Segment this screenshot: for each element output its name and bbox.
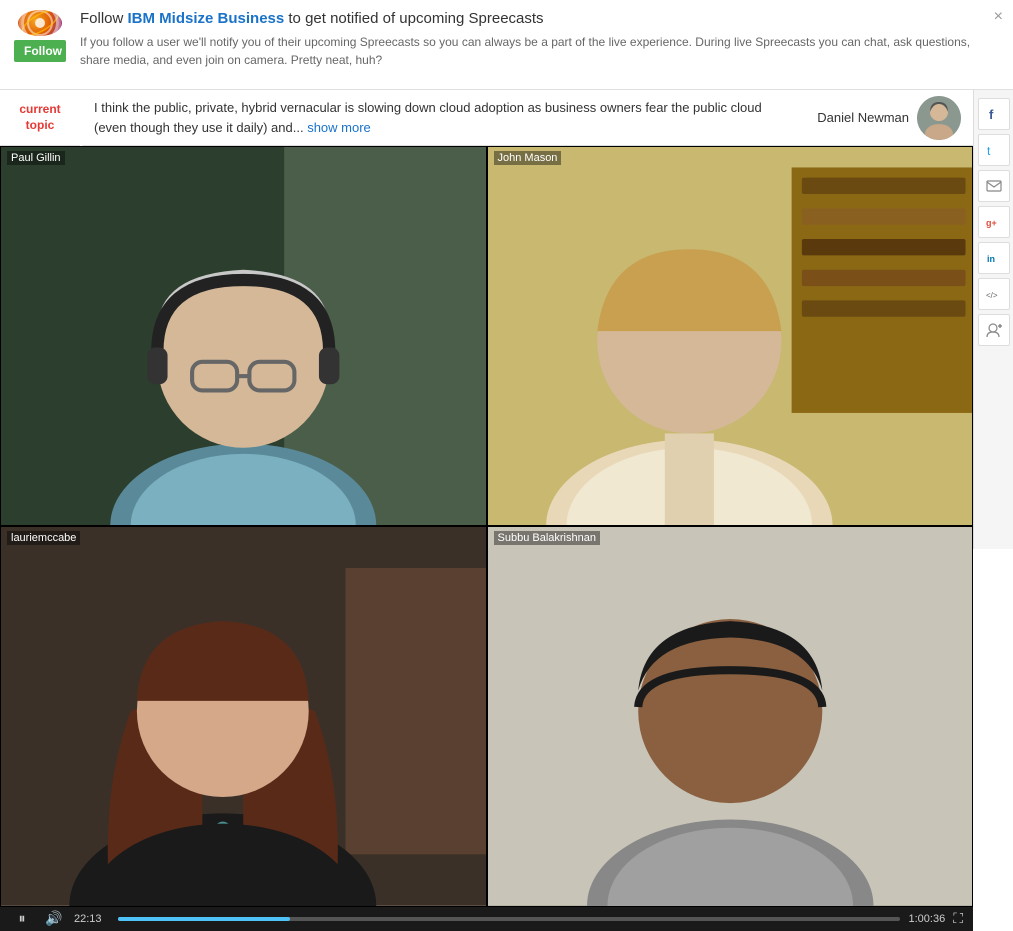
total-time: 1:00:36	[908, 913, 945, 925]
progress-fill	[118, 917, 290, 921]
notify-title: Follow IBM Midsize Business to get notif…	[80, 10, 999, 27]
video-controls: ⏸ 🔊 22:13 1:00:36 ⛶	[0, 907, 973, 931]
topic-bar: current topic I think the public, privat…	[0, 90, 973, 146]
svg-text:in: in	[987, 254, 995, 264]
video-section: current topic I think the public, privat…	[0, 90, 973, 549]
participant-label-john: John Mason	[494, 151, 562, 165]
follow-button[interactable]: Follow	[14, 40, 66, 62]
facebook-share-button[interactable]: f	[978, 98, 1010, 130]
notify-bar: Follow Follow IBM Midsize Business to ge…	[0, 0, 1013, 90]
brand-link[interactable]: IBM Midsize Business	[128, 10, 285, 27]
twitter-share-button[interactable]: t	[978, 134, 1010, 166]
video-grid: Paul Gillin	[0, 146, 973, 907]
fullscreen-button[interactable]: ⛶	[953, 910, 963, 927]
linkedin-share-button[interactable]: in	[978, 242, 1010, 274]
notify-title-pre: Follow	[80, 10, 128, 27]
svg-text:t: t	[987, 144, 991, 158]
participant-label-paul: Paul Gillin	[7, 151, 65, 165]
notify-text-area: Follow IBM Midsize Business to get notif…	[80, 10, 999, 69]
social-sidebar: f t g+ in </>	[973, 90, 1013, 549]
show-more-link[interactable]: show more	[307, 120, 371, 135]
svg-text:f: f	[989, 107, 994, 122]
video-cell-john: John Mason	[487, 146, 974, 526]
topic-content: I think the public, private, hybrid vern…	[94, 100, 762, 135]
add-user-button[interactable]	[978, 314, 1010, 346]
svg-text:</>: </>	[986, 291, 998, 300]
video-cell-subbu: Subbu Balakrishnan	[487, 526, 974, 906]
googleplus-share-button[interactable]: g+	[978, 206, 1010, 238]
volume-button[interactable]: 🔊	[42, 907, 66, 931]
topic-text: I think the public, private, hybrid vern…	[80, 90, 805, 145]
current-topic-label: current topic	[0, 96, 80, 139]
speaker-area: Daniel Newman	[805, 96, 973, 140]
speaker-avatar	[917, 96, 961, 140]
participant-label-laurie: lauriemccabe	[7, 531, 80, 545]
main-content: current topic I think the public, privat…	[0, 90, 1013, 549]
notify-description: If you follow a user we'll notify you of…	[80, 33, 999, 69]
embed-button[interactable]: </>	[978, 278, 1010, 310]
video-cell-laurie: lauriemccabe	[0, 526, 487, 906]
current-time: 22:13	[74, 913, 110, 925]
participant-label-subbu: Subbu Balakrishnan	[494, 531, 600, 545]
notify-title-post: to get notified of upcoming Spreecasts	[284, 10, 543, 27]
progress-bar[interactable]	[118, 917, 900, 921]
video-cell-paul: Paul Gillin	[0, 146, 487, 526]
play-pause-button[interactable]: ⏸	[10, 907, 34, 931]
close-button[interactable]: ×	[994, 8, 1003, 26]
speaker-name: Daniel Newman	[817, 110, 909, 125]
email-share-button[interactable]	[978, 170, 1010, 202]
topic-label-line1: current	[19, 102, 60, 116]
topic-label-line2: topic	[26, 118, 55, 132]
svg-text:g+: g+	[986, 218, 997, 228]
logo-wrap: Follow	[14, 10, 66, 62]
brand-logo	[18, 10, 62, 36]
